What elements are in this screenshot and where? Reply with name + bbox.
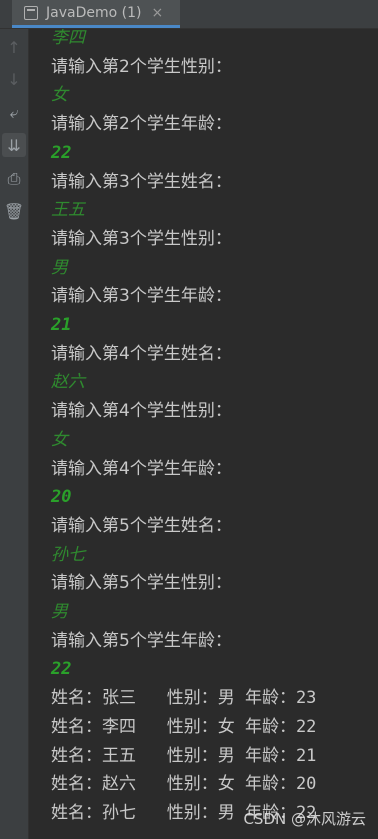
scroll-to-end-icon[interactable]: ⇊ (2, 133, 26, 157)
close-icon[interactable]: × (151, 5, 163, 21)
console-result-line: 姓名：赵六 性别：女 年龄：20 (51, 774, 317, 795)
console-prompt-line: 请输入第2个学生性别： (51, 56, 232, 77)
console-prompt-line: 请输入第5个学生性别： (51, 573, 232, 594)
console-input-line: 22 (51, 659, 72, 680)
console-result-line: 姓名：张三 性别：男 年龄：23 (51, 688, 317, 709)
console-prompt-line: 请输入第2个学生年龄： (51, 114, 232, 135)
console-prompt-line: 请输入第5个学生年龄： (51, 630, 232, 651)
soft-wrap-icon[interactable]: ⤶ (2, 101, 26, 125)
console-input-line: 21 (51, 315, 72, 335)
console-input-line: 孙七 (51, 544, 85, 565)
print-icon[interactable]: ⎙ (2, 167, 26, 191)
watermark: CSDN @沐风游云 (243, 810, 366, 828)
console-input-line: 王五 (51, 200, 85, 221)
console-input-line: 20 (51, 487, 72, 508)
down-arrow-icon[interactable]: ↓ (2, 67, 26, 91)
tab-label: JavaDemo (1) (46, 4, 142, 21)
console-input-line: 女 (51, 85, 68, 106)
console-output[interactable]: 李四 请输入第2个学生性别：女请输入第2个学生年龄： 22 请输入第3个学生姓名： 王五… (29, 29, 378, 839)
tab-bar: JavaDemo (1) × (0, 0, 378, 29)
console-result-line: 姓名：李四 性别：女 年龄：22 (51, 716, 317, 737)
console-toolbar: ↑ ↓ ⤶ ⇊ ⎙ 🗑 (0, 29, 29, 839)
console-prompt-line: 请输入第3个学生性别： (51, 228, 232, 249)
console-input-line: 男 (51, 602, 68, 622)
console-prompt-line: 请输入第3个学生姓名： (51, 171, 232, 192)
console-result-line: 姓名：王五 性别：男 年龄：21 (51, 745, 317, 766)
ide-run-console-window: JavaDemo (1) × ↑ ↓ ⤶ ⇊ ⎙ 🗑 李四请输入第2个学生性别：… (0, 0, 378, 839)
console-input-line: 22 (51, 142, 72, 163)
run-config-icon (24, 5, 38, 20)
console-prompt-line: 请输入第3个学生年龄： (51, 286, 232, 307)
up-arrow-icon[interactable]: ↑ (2, 35, 26, 59)
trash-icon[interactable]: 🗑 (2, 199, 26, 223)
console-input-line: 男 (51, 257, 68, 278)
console-prompt-line: 请输入第4个学生性别： (51, 401, 232, 422)
console-prompt-line: 请输入第5个学生姓名： (51, 515, 232, 536)
console-input-line: 赵六 (51, 372, 85, 393)
tab-javademo[interactable]: JavaDemo (1) × (12, 0, 180, 28)
console-input-line: 女 (51, 429, 68, 450)
console-input-line: 李四 (51, 29, 85, 48)
console-prompt-line: 请输入第4个学生年龄： (51, 458, 232, 479)
console-prompt-line: 请输入第4个学生姓名： (51, 343, 232, 364)
